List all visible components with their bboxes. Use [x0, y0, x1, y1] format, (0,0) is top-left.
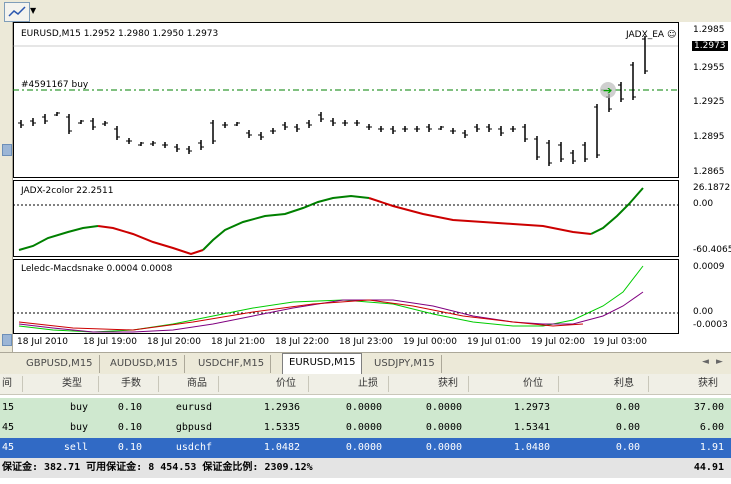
- smiley-icon: ☺: [666, 30, 677, 40]
- table-row-selected[interactable]: 45 sell 0.10 usdchf 1.0482 0.0000 0.0000…: [0, 438, 731, 458]
- indicator2-tick: -0.0003: [693, 320, 728, 330]
- current-price-tag: 1.2973: [692, 41, 728, 51]
- total-profit: 44.91: [693, 462, 724, 473]
- price-tick: 1.2865: [693, 167, 725, 177]
- jadx-line-up: [18, 225, 99, 251]
- col-header-swap[interactable]: 利息: [614, 374, 634, 394]
- chevron-down-icon[interactable]: ▼: [30, 6, 36, 15]
- time-tick: 18 Jul 23:00: [339, 337, 393, 347]
- time-tick: 18 Jul 20:00: [147, 337, 201, 347]
- tab-scroll-right-icon[interactable]: ►: [716, 357, 723, 367]
- scroll-marker[interactable]: [2, 334, 12, 346]
- col-header-type[interactable]: 类型: [62, 374, 82, 394]
- time-tick: 18 Jul 19:00: [83, 337, 137, 347]
- jadx-line-up: [202, 194, 370, 251]
- price-tick: 1.2955: [693, 63, 725, 73]
- macd-histogram-line: [18, 299, 584, 331]
- table-row[interactable]: 45 buy 0.10 gbpusd 1.5335 0.0000 0.0000 …: [0, 418, 731, 438]
- toolbar: ▼: [0, 0, 731, 23]
- col-header-cur-price[interactable]: 价位: [523, 374, 543, 394]
- margin-summary: 保证金: 382.71 可用保证金: 8 454.53 保证金比例: 2309.…: [2, 462, 313, 473]
- terminal-panel: 间 类型 手数 商品 价位 止损 获利 价位 利息 获利 15 buy 0.10…: [0, 374, 731, 484]
- indicator2-tick: 0.0009: [693, 262, 725, 272]
- indicator2-label: Leledc-Macdsnake 0.0004 0.0008: [21, 264, 173, 274]
- tab-usdjpy[interactable]: USDJPY,M15: [368, 355, 442, 373]
- tab-usdchf[interactable]: USDCHF,M15: [192, 355, 272, 373]
- time-tick: 19 Jul 00:00: [403, 337, 457, 347]
- price-tick: 1.2925: [693, 97, 725, 107]
- col-header-order[interactable]: 间: [2, 374, 12, 394]
- indicator1-label: JADX-2color 22.2511: [21, 186, 114, 196]
- chart-type-button[interactable]: [4, 2, 30, 22]
- time-tick: 19 Jul 02:00: [531, 337, 585, 347]
- tab-gbpusd[interactable]: GBPUSD,M15: [20, 355, 100, 373]
- tab-eurusd[interactable]: EURUSD,M15: [282, 353, 363, 375]
- col-header-lots[interactable]: 手数: [121, 374, 141, 394]
- jadx-line-up: [590, 187, 644, 235]
- terminal-header: 间 类型 手数 商品 价位 止损 获利 价位 利息 获利: [0, 374, 731, 395]
- tab-scroll-left-icon[interactable]: ◄: [702, 357, 709, 367]
- col-header-symbol[interactable]: 商品: [187, 374, 207, 394]
- col-header-profit[interactable]: 获利: [698, 374, 718, 394]
- jadx-line-down: [97, 225, 204, 256]
- col-header-tp[interactable]: 获利: [438, 374, 458, 394]
- time-tick: 19 Jul 01:00: [467, 337, 521, 347]
- chart-tabs: GBPUSD,M15 AUDUSD,M15 USDCHF,M15 EURUSD,…: [0, 352, 731, 375]
- ea-label: JADX_EA ☺: [626, 30, 677, 40]
- price-tick: 1.2895: [693, 132, 725, 142]
- chart-canvas[interactable]: ➔: [13, 22, 731, 352]
- time-tick: 18 Jul 2010: [17, 337, 68, 347]
- jadx-line-down: [368, 197, 592, 235]
- order-label: #4591167 buy: [21, 80, 89, 90]
- indicator1-tick: 26.1872: [693, 183, 731, 193]
- macd-main-line: [18, 265, 644, 333]
- table-row[interactable]: 15 buy 0.10 eurusd 1.2936 0.0000 0.0000 …: [0, 398, 731, 418]
- line-chart-icon: [8, 6, 26, 17]
- chart-header: EURUSD,M15 1.2952 1.2980 1.2950 1.2973: [21, 29, 219, 39]
- tab-audusd[interactable]: AUDUSD,M15: [104, 355, 185, 373]
- col-header-sl[interactable]: 止损: [358, 374, 378, 394]
- indicator1-tick: 0.00: [693, 199, 714, 209]
- summary-row: 保证金: 382.71 可用保证金: 8 454.53 保证金比例: 2309.…: [0, 458, 731, 478]
- buy-arrow-icon: ➔: [603, 84, 612, 97]
- indicator1-tick: -60.4065: [693, 245, 731, 255]
- price-tick: 1.2985: [693, 25, 725, 35]
- time-tick: 18 Jul 21:00: [211, 337, 265, 347]
- time-tick: 18 Jul 22:00: [275, 337, 329, 347]
- col-header-price[interactable]: 价位: [276, 374, 296, 394]
- scroll-marker[interactable]: [2, 144, 12, 156]
- time-tick: 19 Jul 03:00: [593, 337, 647, 347]
- left-panel-strip: [0, 22, 13, 352]
- indicator2-tick: 0.00: [693, 307, 714, 317]
- chart-window[interactable]: ➔ EURUSD,M15 1.2952 1.2980 1.2950 1.2973…: [13, 22, 731, 352]
